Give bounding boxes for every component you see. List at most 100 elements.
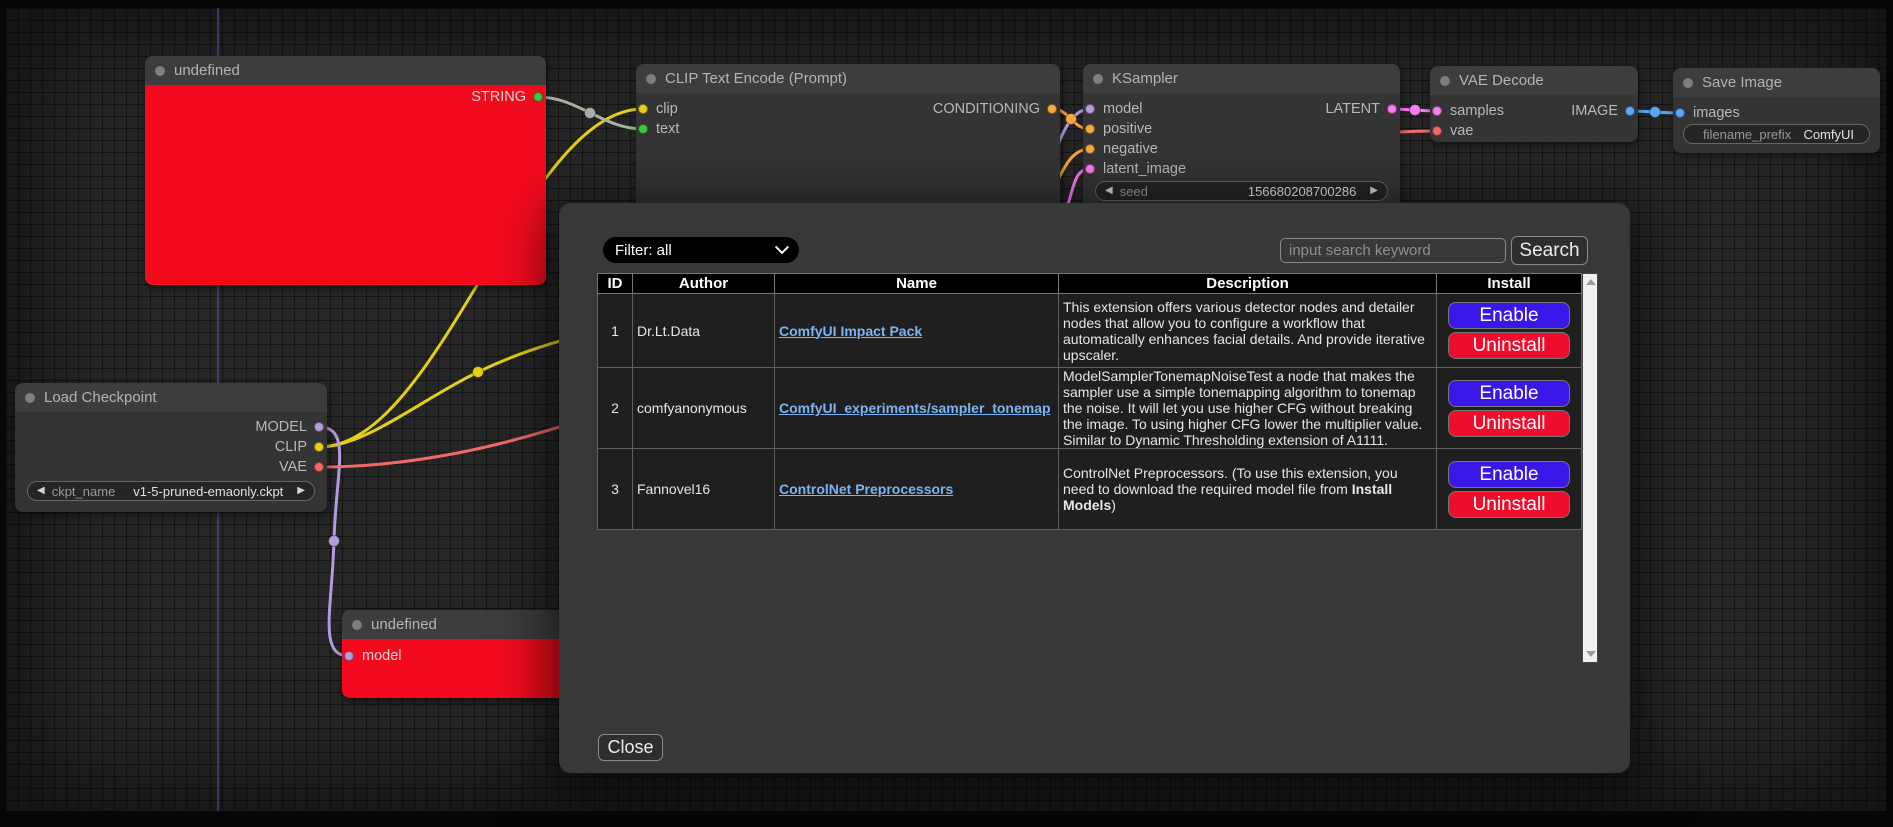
cell-id: 3 xyxy=(598,449,633,530)
scrollbar-up-icon[interactable] xyxy=(1586,279,1596,285)
enable-button[interactable]: Enable xyxy=(1448,461,1570,488)
input-label-clip: clip xyxy=(656,99,678,119)
widget-label: filename_prefix xyxy=(1703,127,1791,142)
seed-widget[interactable]: ◀ seed 156680208700286 ▶ xyxy=(1095,181,1388,201)
col-header-install: Install xyxy=(1437,274,1582,294)
chevron-down-icon xyxy=(775,240,789,254)
output-label-string: STRING xyxy=(471,87,526,107)
output-label-conditioning: CONDITIONING xyxy=(933,99,1040,119)
node-title: undefined xyxy=(371,616,437,633)
input-slot-clip[interactable] xyxy=(638,104,648,114)
col-header-author: Author xyxy=(633,274,775,294)
input-label-images: images xyxy=(1693,103,1740,123)
input-label-positive: positive xyxy=(1103,119,1152,139)
widget-value: ComfyUI xyxy=(1803,127,1854,142)
output-slot-model[interactable] xyxy=(314,422,324,432)
col-header-id: ID xyxy=(598,274,633,294)
input-slot-samples[interactable] xyxy=(1432,106,1442,116)
input-label-text: text xyxy=(656,119,679,139)
output-label-model: MODEL xyxy=(255,417,307,437)
table-row: 2 comfyanonymous ComfyUI_experiments/sam… xyxy=(598,368,1582,449)
node-vae-decode[interactable]: VAE Decode samples vae IMAGE xyxy=(1430,66,1638,142)
cell-author: Fannovel16 xyxy=(633,449,775,530)
scrollbar-down-icon[interactable] xyxy=(1586,651,1596,657)
search-input[interactable] xyxy=(1280,238,1506,263)
node-title: Save Image xyxy=(1702,74,1782,91)
uninstall-button[interactable]: Uninstall xyxy=(1448,332,1570,359)
col-header-name: Name xyxy=(775,274,1059,294)
input-slot-text[interactable] xyxy=(638,124,648,134)
input-slot-images[interactable] xyxy=(1675,108,1685,118)
node-save-image[interactable]: Save Image images filename_prefix ComfyU… xyxy=(1673,68,1880,153)
input-label-model: model xyxy=(1103,99,1143,119)
node-title: Load Checkpoint xyxy=(44,389,157,406)
output-slot-string[interactable] xyxy=(533,92,543,102)
output-label-clip: CLIP xyxy=(275,437,307,457)
output-label-image: IMAGE xyxy=(1571,101,1618,121)
input-slot-positive[interactable] xyxy=(1085,124,1095,134)
filter-select-value: Filter: all xyxy=(615,242,672,259)
widget-value: v1-5-pruned-emaonly.ckpt xyxy=(133,484,283,499)
table-header-row: ID Author Name Description Install xyxy=(598,274,1582,294)
next-arrow-icon[interactable]: ▶ xyxy=(297,481,305,501)
extensions-table-container: ID Author Name Description Install 1 Dr.… xyxy=(597,273,1598,663)
uninstall-button[interactable]: Uninstall xyxy=(1448,410,1570,437)
cell-description: ControlNet Preprocessors. (To use this e… xyxy=(1059,449,1437,530)
output-slot-image[interactable] xyxy=(1625,106,1635,116)
extensions-table: ID Author Name Description Install 1 Dr.… xyxy=(597,273,1582,530)
error-node-body xyxy=(145,85,546,285)
input-slot-vae[interactable] xyxy=(1432,126,1442,136)
input-slot-negative[interactable] xyxy=(1085,144,1095,154)
output-slot-clip[interactable] xyxy=(314,442,324,452)
node-undefined-bottom[interactable]: undefined model xyxy=(342,610,572,698)
uninstall-button[interactable]: Uninstall xyxy=(1448,491,1570,518)
cell-id: 1 xyxy=(598,294,633,368)
node-status-dot xyxy=(1440,76,1450,86)
output-label-vae: VAE xyxy=(279,457,307,477)
node-status-dot xyxy=(155,66,165,76)
table-scrollbar[interactable] xyxy=(1582,273,1598,663)
node-undefined-top[interactable]: undefined STRING xyxy=(145,56,546,285)
increment-arrow-icon[interactable]: ▶ xyxy=(1370,181,1378,201)
output-slot-conditioning[interactable] xyxy=(1047,104,1057,114)
node-load-checkpoint[interactable]: Load Checkpoint MODEL CLIP VAE ◀ ckpt_na… xyxy=(15,383,327,512)
decrement-arrow-icon[interactable]: ◀ xyxy=(1105,181,1113,201)
previous-arrow-icon[interactable]: ◀ xyxy=(37,481,45,501)
output-slot-vae[interactable] xyxy=(314,462,324,472)
input-label-latent-image: latent_image xyxy=(1103,159,1186,179)
search-button[interactable]: Search xyxy=(1511,236,1588,265)
output-label-latent: LATENT xyxy=(1325,99,1380,119)
table-row: 3 Fannovel16 ControlNet Preprocessors Co… xyxy=(598,449,1582,530)
node-title: KSampler xyxy=(1112,70,1178,87)
input-slot-latent-image[interactable] xyxy=(1085,164,1095,174)
node-title: VAE Decode xyxy=(1459,72,1544,89)
input-slot-model[interactable] xyxy=(344,651,354,661)
cell-author: Dr.Lt.Data xyxy=(633,294,775,368)
extension-link[interactable]: ComfyUI_experiments/sampler_tonemap xyxy=(779,400,1051,416)
col-header-description: Description xyxy=(1059,274,1437,294)
input-slot-model[interactable] xyxy=(1085,104,1095,114)
node-status-dot xyxy=(646,74,656,84)
input-label-negative: negative xyxy=(1103,139,1158,159)
input-label-vae: vae xyxy=(1450,121,1473,141)
node-status-dot xyxy=(352,620,362,630)
filename-prefix-widget[interactable]: filename_prefix ComfyUI xyxy=(1683,124,1870,144)
extension-link[interactable]: ControlNet Preprocessors xyxy=(779,481,953,497)
cell-id: 2 xyxy=(598,368,633,449)
close-button[interactable]: Close xyxy=(598,734,663,761)
enable-button[interactable]: Enable xyxy=(1448,380,1570,407)
widget-label: ckpt_name xyxy=(52,484,116,499)
widget-label: seed xyxy=(1120,184,1148,199)
enable-button[interactable]: Enable xyxy=(1448,302,1570,329)
node-status-dot xyxy=(1093,74,1103,84)
node-status-dot xyxy=(25,393,35,403)
node-title: CLIP Text Encode (Prompt) xyxy=(665,70,847,87)
output-slot-latent[interactable] xyxy=(1387,104,1397,114)
cell-author: comfyanonymous xyxy=(633,368,775,449)
filter-select[interactable]: Filter: all xyxy=(603,237,799,263)
widget-value: 156680208700286 xyxy=(1248,184,1356,199)
extension-link[interactable]: ComfyUI Impact Pack xyxy=(779,323,922,339)
custom-nodes-manager-dialog: Filter: all Search ID Author Name Descri… xyxy=(559,203,1630,773)
ckpt-name-widget[interactable]: ◀ ckpt_name v1-5-pruned-emaonly.ckpt ▶ xyxy=(27,481,315,501)
cell-description: This extension offers various detector n… xyxy=(1059,294,1437,368)
